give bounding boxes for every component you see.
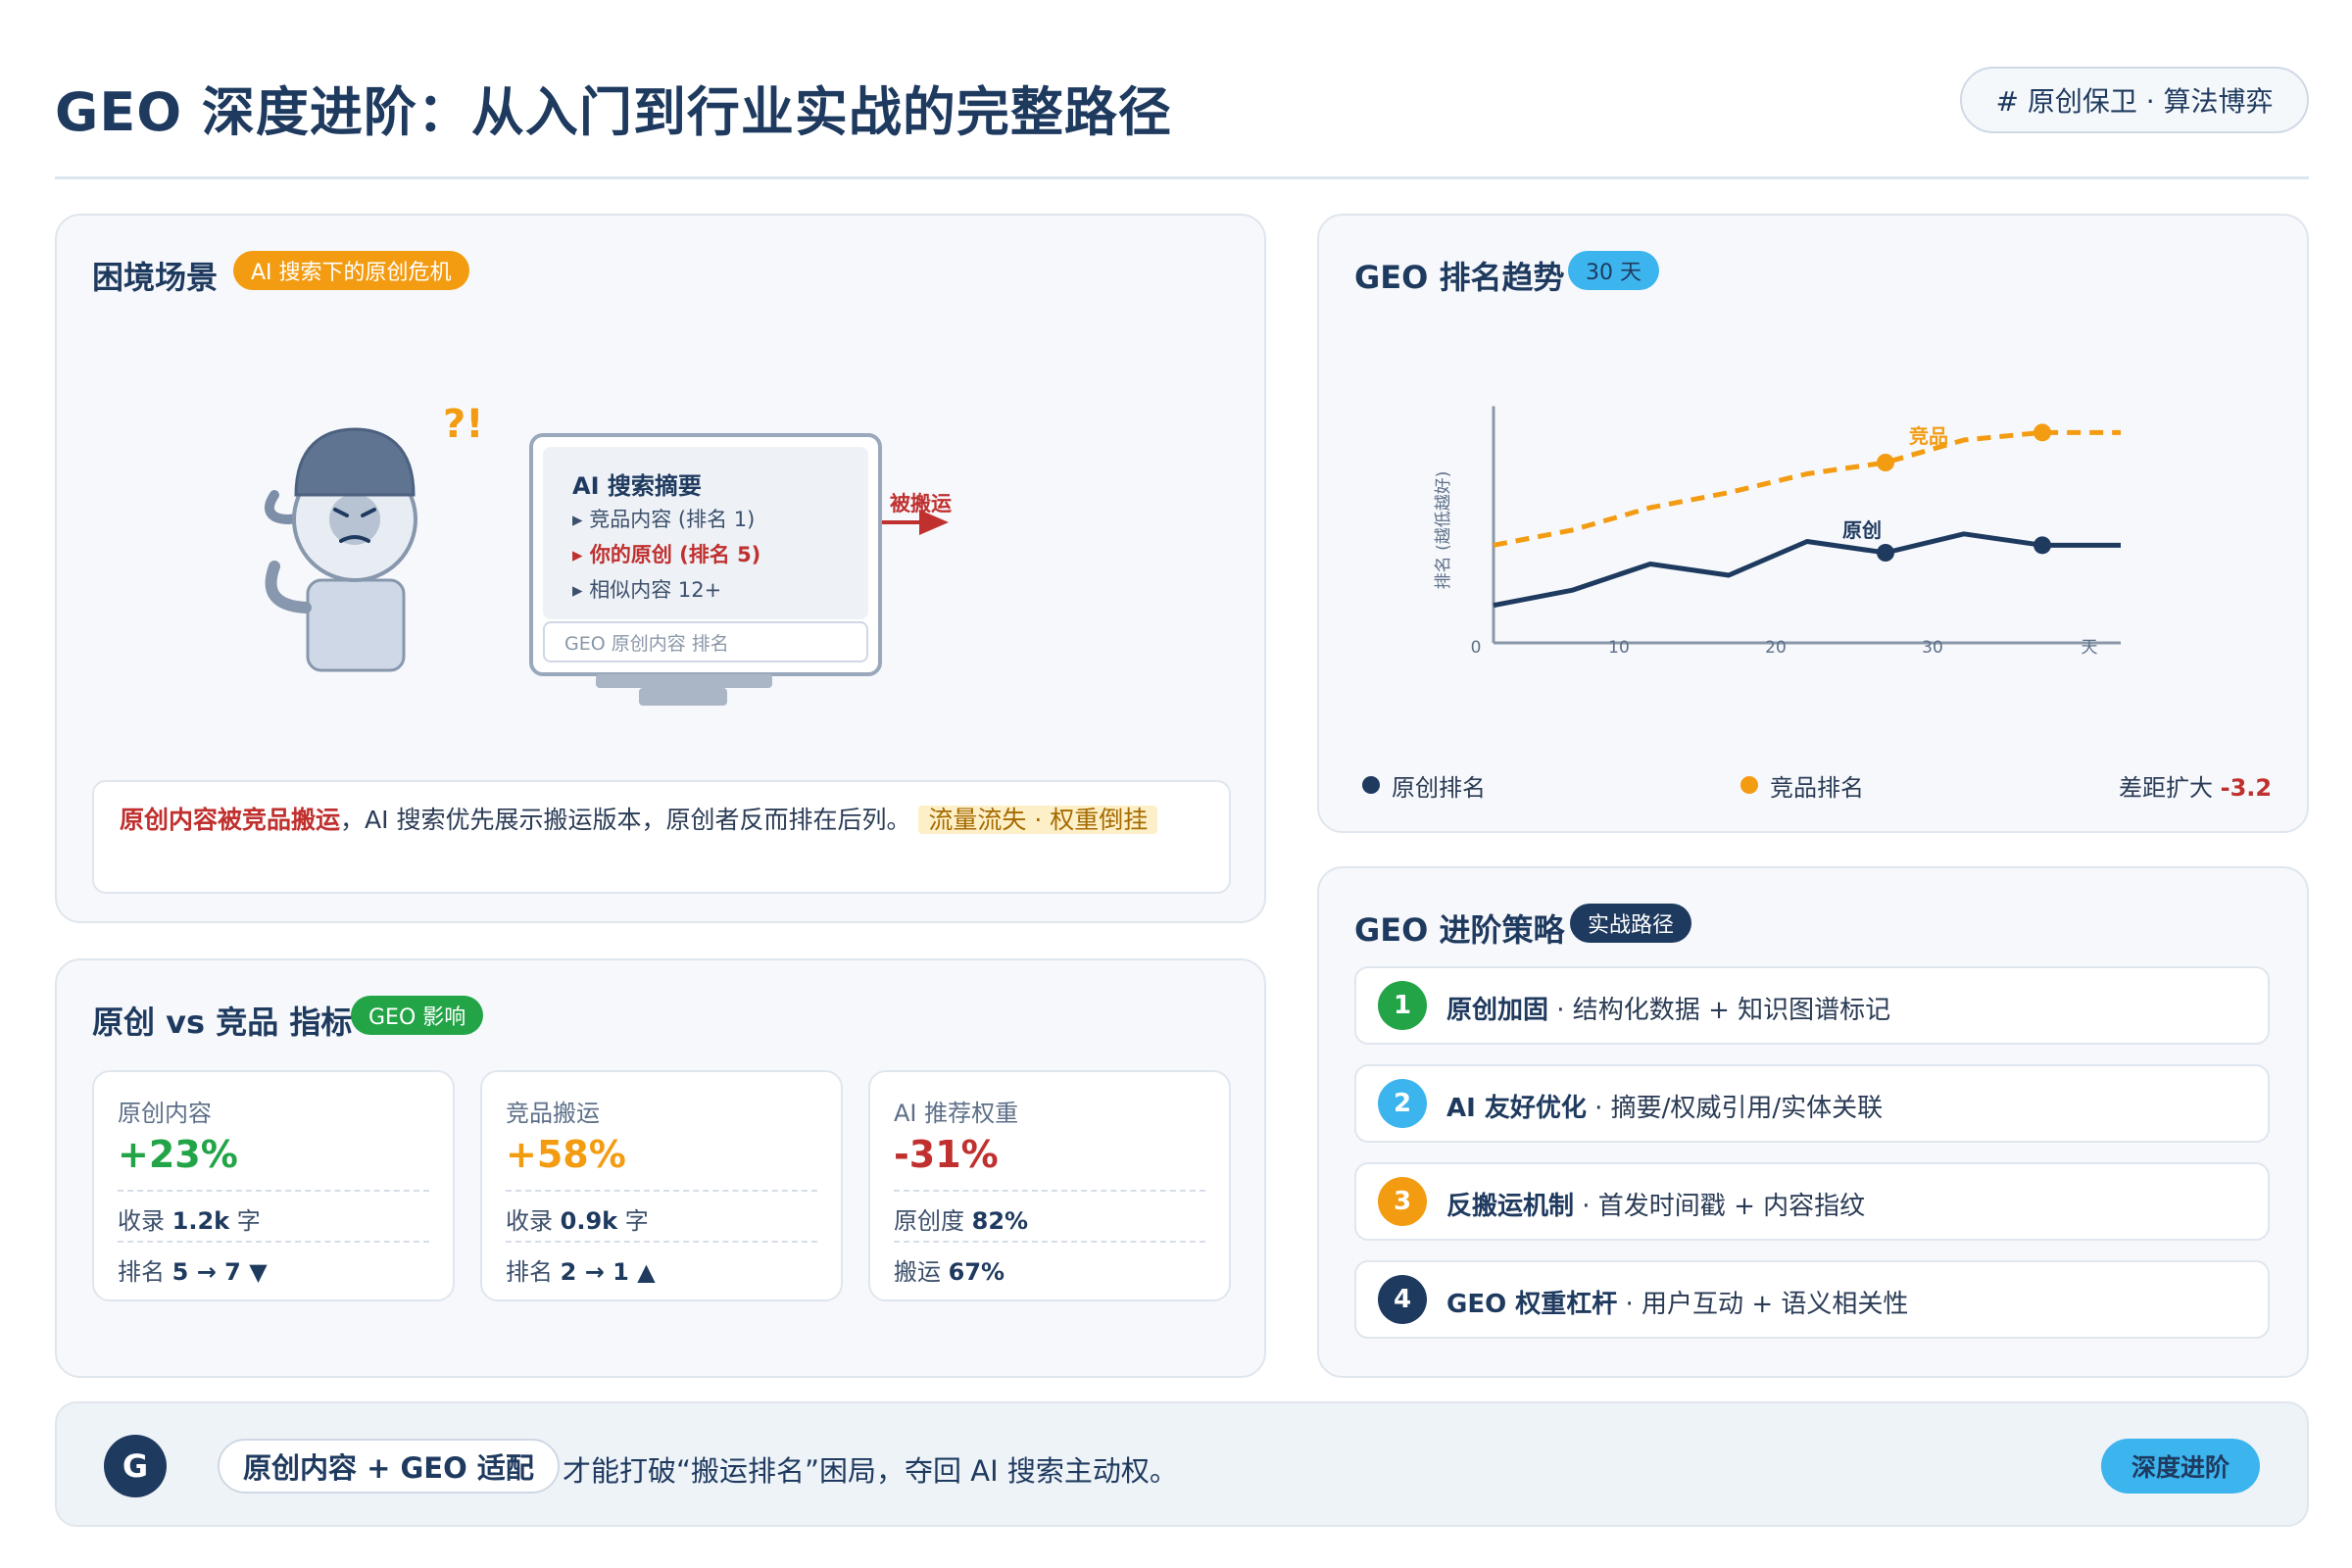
metric-row-2: 搬运 67% — [894, 1258, 1005, 1286]
trend-chart: 排名 (越低越好) 0 10 20 30 天 原创 竞品 — [1434, 406, 2121, 658]
strategy-title: GEO 进阶策略 — [1354, 911, 1565, 949]
metric-row-2: 排名 2 → 1 ▲ — [506, 1258, 656, 1286]
step-number-badge: 2 — [1378, 1079, 1427, 1128]
confused-mark: ?! — [443, 402, 484, 447]
y-axis-label: 排名 (越低越好) — [1434, 471, 1453, 590]
metric-card: AI 推荐权重 -31% 原创度 82% 搬运 67% — [868, 1070, 1231, 1301]
step-text: 反搬运机制 · 首发时间戳 + 内容指纹 — [1446, 1192, 1866, 1221]
page-title: GEO 深度进阶：从入门到行业实战的完整路径 — [55, 81, 1172, 143]
scenario-badge: AI 搜索下的原创危机 — [233, 251, 469, 290]
original-point — [2034, 536, 2051, 555]
scenario-highlight: 流量流失 · 权重倒挂 — [918, 806, 1158, 834]
metrics-badge: GEO 影响 — [351, 996, 484, 1035]
deep-advance-button[interactable]: 深度进阶 — [2101, 1439, 2260, 1494]
legend-original-dot — [1362, 776, 1380, 794]
strategy-step[interactable]: 2 AI 友好优化 · 摘要/权威引用/实体关联 — [1354, 1064, 2270, 1143]
metric-divider — [894, 1190, 1205, 1192]
x-tick-label: 10 — [1608, 638, 1630, 658]
footer-key-phrase: 原创内容 + GEO 适配 — [218, 1439, 560, 1494]
competitor-series-line — [1493, 429, 2121, 548]
arrow-right-icon — [882, 510, 949, 535]
footer-message: 才能打破“搬运排名”困局，夺回 AI 搜索主动权。 — [563, 1454, 1178, 1488]
original-series-line — [1493, 531, 2121, 609]
competitor-point — [1877, 454, 1894, 471]
topic-tag: # 原创保卫 · 算法博弈 — [1960, 67, 2309, 133]
gap-indicator: 差距扩大 -3.2 — [2119, 768, 2272, 803]
monitor-stand — [596, 674, 772, 688]
search-box[interactable]: GEO 原创内容 排名 — [543, 621, 868, 662]
step-text: AI 友好优化 · 摘要/权威引用/实体关联 — [1446, 1094, 1884, 1123]
metric-label: 竞品搬运 — [506, 1100, 600, 1127]
summary-line-competitor: ▸ 竞品内容 (排名 1) — [572, 508, 756, 531]
step-text: 原创加固 · 结构化数据 + 知识图谱标记 — [1446, 996, 1891, 1025]
metric-row-1: 原创度 82% — [894, 1207, 1029, 1235]
trend-title: GEO 排名趋势 — [1354, 259, 1565, 296]
metric-row-1: 收录 1.2k 字 — [118, 1207, 261, 1235]
metric-row-1: 收录 0.9k 字 — [506, 1207, 649, 1235]
gap-label: 差距扩大 — [2119, 774, 2221, 802]
strategy-step[interactable]: 4 GEO 权重杠杆 · 用户互动 + 语义相关性 — [1354, 1260, 2270, 1339]
trend-badge: 30 天 — [1568, 251, 1659, 290]
original-series-label: 原创 — [1842, 518, 1882, 542]
metric-divider — [894, 1241, 1205, 1243]
metric-row-2: 排名 5 → 7 ▼ — [118, 1258, 268, 1286]
original-point — [1877, 544, 1894, 562]
strategy-step[interactable]: 3 反搬运机制 · 首发时间戳 + 内容指纹 — [1354, 1162, 2270, 1241]
x-tick-label: 0 — [1471, 638, 1482, 658]
metric-divider — [506, 1241, 817, 1243]
step-number-badge: 4 — [1378, 1275, 1427, 1324]
scenario-title: 困境场景 — [92, 259, 219, 296]
step-number-badge: 1 — [1378, 981, 1427, 1030]
scenario-strong-text: 原创内容被竞品搬运 — [120, 806, 341, 834]
metric-value: +58% — [506, 1133, 626, 1176]
legend-original-label: 原创排名 — [1392, 774, 1486, 802]
metric-value: -31% — [894, 1133, 999, 1176]
ai-summary-title: AI 搜索摘要 — [572, 472, 702, 500]
metric-divider — [506, 1190, 817, 1192]
strategy-badge: 实战路径 — [1570, 904, 1692, 943]
metric-card: 竞品搬运 +58% 收录 0.9k 字排名 2 → 1 ▲ — [480, 1070, 843, 1301]
metric-card: 原创内容 +23% 收录 1.2k 字排名 5 → 7 ▼ — [92, 1070, 455, 1301]
metric-divider — [118, 1241, 429, 1243]
x-tick-label: 20 — [1765, 638, 1787, 658]
metric-label: AI 推荐权重 — [894, 1100, 1019, 1127]
competitor-point — [2034, 423, 2051, 442]
scenario-body-text: ，AI 搜索优先展示搬运版本，原创者反而排在后列。 — [340, 806, 911, 834]
legend-competitor-label: 竞品排名 — [1770, 774, 1864, 802]
step-number-badge: 3 — [1378, 1177, 1427, 1226]
legend-competitor-dot — [1740, 776, 1758, 794]
metric-divider — [118, 1190, 429, 1192]
step-text: GEO 权重杠杆 · 用户互动 + 语义相关性 — [1446, 1290, 1909, 1319]
competitor-series-label: 竞品 — [1909, 424, 1948, 448]
summary-line-similar: ▸ 相似内容 12+ — [572, 578, 722, 602]
metric-value: +23% — [118, 1133, 238, 1176]
metrics-title: 原创 vs 竞品 指标 — [92, 1004, 353, 1041]
x-tick-label: 30 — [1922, 638, 1943, 658]
brand-logo: G — [104, 1435, 167, 1497]
metric-label: 原创内容 — [118, 1100, 212, 1127]
header-divider — [55, 176, 2309, 179]
gap-value: -3.2 — [2220, 774, 2273, 802]
x-tick-label: 天 — [2082, 638, 2098, 658]
summary-line-original: ▸ 你的原创 (排名 5) — [572, 543, 761, 566]
strategy-step[interactable]: 1 原创加固 · 结构化数据 + 知识图谱标记 — [1354, 966, 2270, 1045]
monitor-base — [639, 688, 727, 706]
scenario-description: 原创内容被竞品搬运，AI 搜索优先展示搬运版本，原创者反而排在后列。 流量流失 … — [92, 780, 1231, 894]
